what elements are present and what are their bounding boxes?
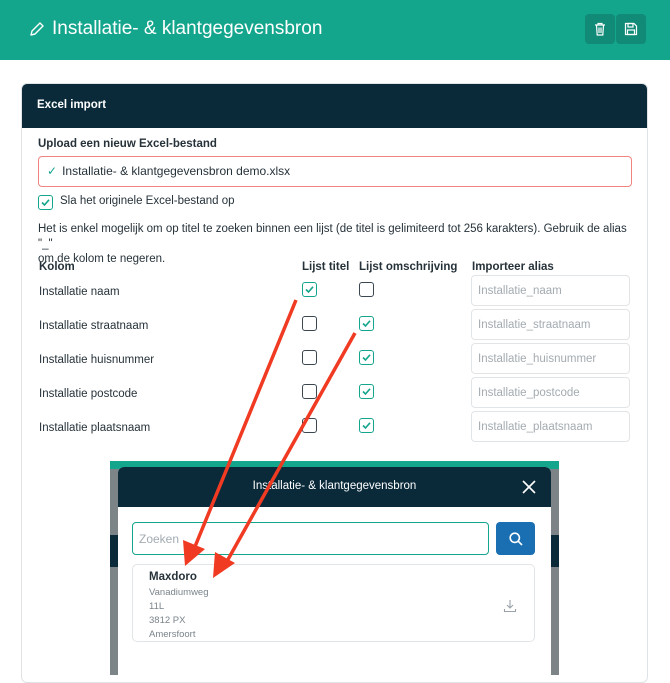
row-column-name: Installatie postcode bbox=[39, 388, 138, 400]
search-input[interactable]: Zoeken bbox=[132, 522, 489, 555]
column-header-kolom: Kolom bbox=[39, 261, 75, 273]
search-icon bbox=[508, 531, 523, 546]
result-item[interactable]: Maxdoro Vanadiumweg 11L 3812 PX Amersfoo… bbox=[132, 564, 535, 642]
row-column-name: Installatie huisnummer bbox=[39, 354, 155, 366]
lijst-omschrijving-checkbox[interactable] bbox=[359, 384, 374, 399]
delete-button[interactable] bbox=[585, 14, 615, 44]
lijst-titel-checkbox[interactable] bbox=[302, 350, 317, 365]
import-alias-input[interactable]: Installatie_plaatsnaam bbox=[471, 411, 630, 442]
result-street: Vanadiumweg bbox=[149, 587, 209, 598]
row-column-name: Installatie naam bbox=[39, 286, 120, 298]
search-modal: Installatie- & klantgegevensbron Zoeken … bbox=[118, 467, 551, 675]
lijst-titel-checkbox[interactable] bbox=[302, 316, 317, 331]
result-postcode: 3812 PX bbox=[149, 615, 186, 626]
close-icon[interactable] bbox=[519, 477, 539, 497]
save-button[interactable] bbox=[616, 14, 646, 44]
lijst-titel-checkbox[interactable] bbox=[302, 384, 317, 399]
modal-title: Installatie- & klantgegevensbron bbox=[252, 480, 417, 492]
file-upload-field[interactable]: ✓ Installatie- & klantgegevensbron demo.x… bbox=[38, 156, 632, 187]
checkmark-icon bbox=[362, 388, 371, 396]
import-alias-input[interactable]: Installatie_huisnummer bbox=[471, 343, 630, 374]
column-header-lijst-titel: Lijst titel bbox=[302, 261, 350, 273]
keep-original-checkbox[interactable] bbox=[38, 195, 53, 210]
checkmark-icon bbox=[362, 422, 371, 430]
lijst-titel-checkbox[interactable] bbox=[302, 418, 317, 433]
row-column-name: Installatie plaatsnaam bbox=[39, 422, 151, 434]
import-alias-input[interactable]: Installatie_postcode bbox=[471, 377, 630, 408]
lijst-omschrijving-checkbox[interactable] bbox=[359, 282, 374, 297]
search-button[interactable] bbox=[496, 522, 535, 555]
info-line-1: Het is enkel mogelijk om op titel te zoe… bbox=[38, 223, 627, 250]
lijst-omschrijving-checkbox[interactable] bbox=[359, 418, 374, 433]
import-alias-input[interactable]: Installatie_naam bbox=[471, 275, 630, 306]
upload-label: Upload een nieuw Excel-bestand bbox=[38, 138, 217, 150]
checkmark-icon bbox=[362, 354, 371, 362]
checkmark-icon bbox=[305, 286, 314, 294]
download-icon[interactable] bbox=[502, 598, 518, 614]
file-name: Installatie- & klantgegevensbron demo.xl… bbox=[62, 164, 291, 178]
lijst-omschrijving-checkbox[interactable] bbox=[359, 316, 374, 331]
result-name: Maxdoro bbox=[149, 571, 197, 583]
checkmark-icon bbox=[41, 199, 50, 207]
lijst-titel-checkbox[interactable] bbox=[302, 282, 317, 297]
trash-icon bbox=[595, 22, 605, 36]
column-header-lijst-omschrijving: Lijst omschrijving bbox=[359, 261, 458, 273]
result-number: 11L bbox=[149, 601, 165, 612]
page-title: Installatie- & klantgegevensbron bbox=[52, 18, 323, 39]
import-alias-input[interactable]: Installatie_straatnaam bbox=[471, 309, 630, 340]
result-city: Amersfoort bbox=[149, 629, 196, 640]
pencil-icon bbox=[30, 22, 44, 36]
save-icon bbox=[624, 22, 638, 36]
top-bar: Installatie- & klantgegevensbron bbox=[0, 0, 670, 60]
checkmark-icon bbox=[362, 320, 371, 328]
lijst-omschrijving-checkbox[interactable] bbox=[359, 350, 374, 365]
modal-header: Installatie- & klantgegevensbron bbox=[118, 467, 551, 507]
check-icon: ✓ bbox=[47, 164, 58, 178]
row-column-name: Installatie straatnaam bbox=[39, 320, 149, 332]
column-header-alias: Importeer alias bbox=[472, 261, 554, 273]
card-title: Excel import bbox=[22, 84, 647, 128]
keep-original-label: Sla het originele Excel-bestand op bbox=[60, 195, 235, 207]
